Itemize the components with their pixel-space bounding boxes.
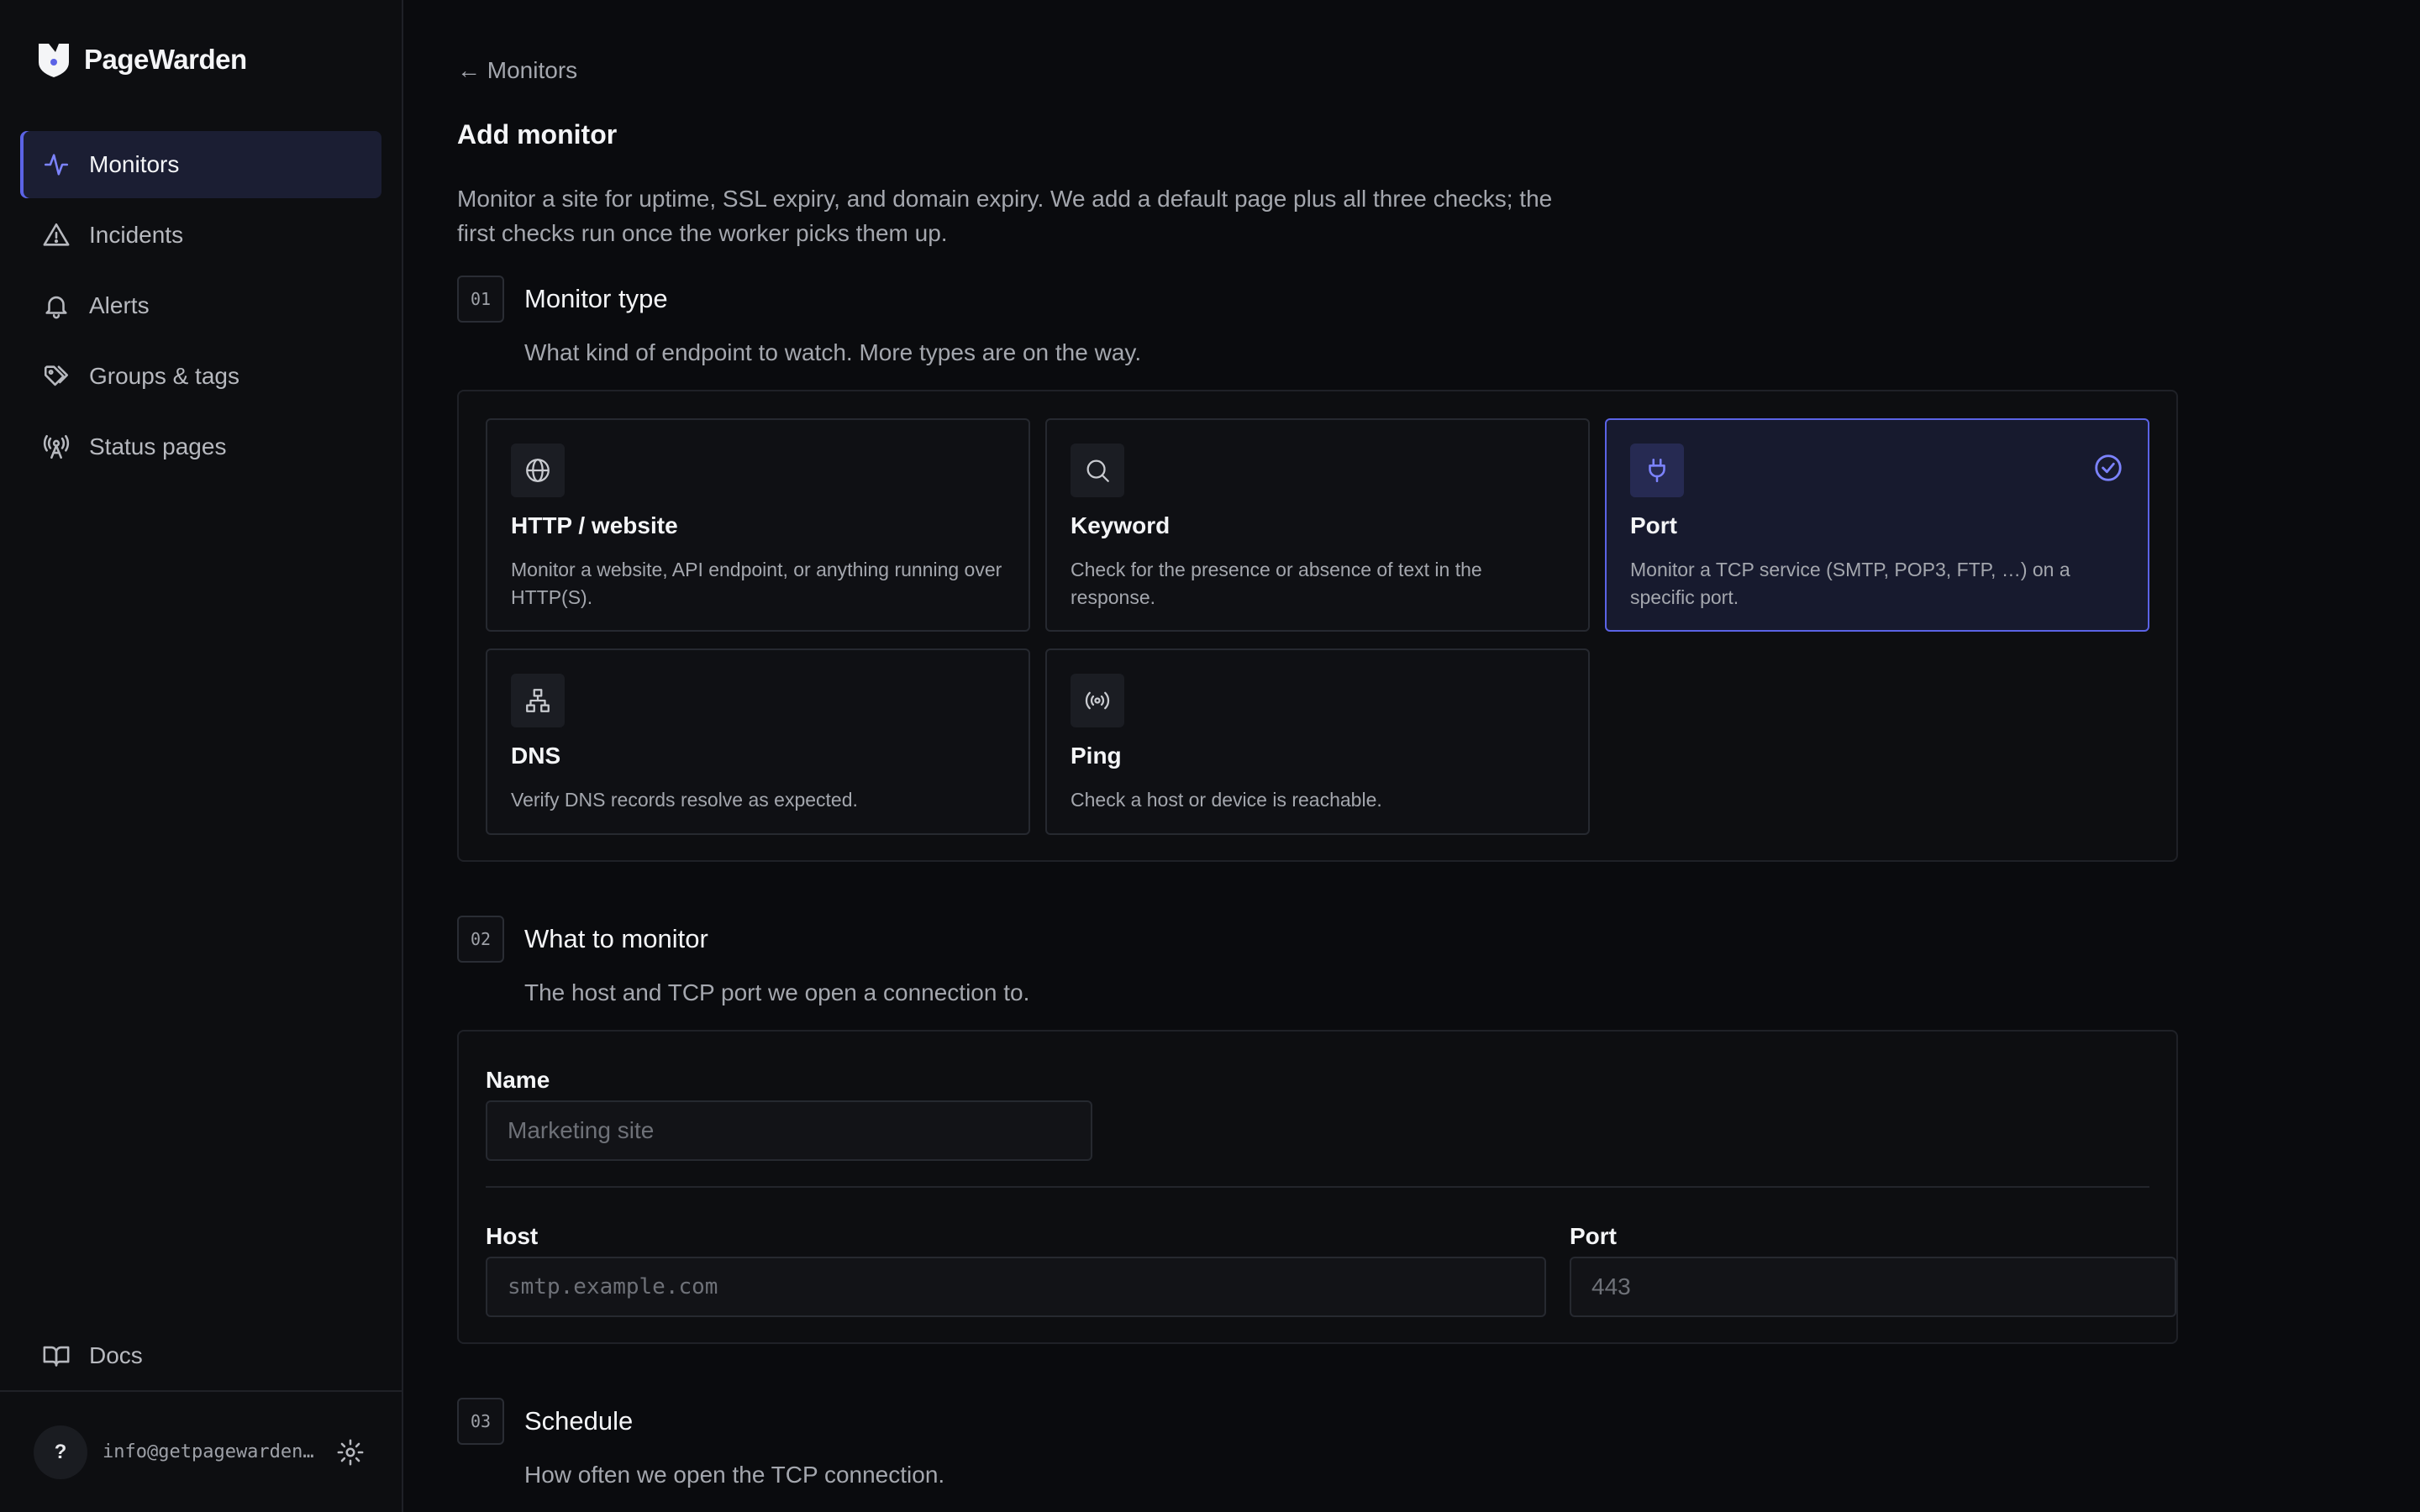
- sidebar-item-docs[interactable]: Docs: [20, 1322, 381, 1389]
- radio-icon: [1085, 691, 1110, 710]
- step-subtitle: What kind of endpoint to watch. More typ…: [524, 339, 1142, 365]
- type-name: Port: [1630, 512, 1677, 538]
- host-label: Host: [486, 1223, 539, 1249]
- back-to-monitors-link[interactable]: ← Monitors: [457, 57, 577, 84]
- sidebar-item-label: Docs: [89, 1342, 143, 1368]
- step-subtitle: The host and TCP port we open a connecti…: [524, 979, 1030, 1005]
- sidebar-item-status-pages[interactable]: Status pages: [20, 413, 381, 480]
- type-icon-wrap: [511, 674, 565, 727]
- host-input[interactable]: [486, 1257, 1546, 1317]
- type-card-keyword[interactable]: Keyword Check for the presence or absenc…: [1045, 418, 1590, 632]
- what-to-monitor-panel: Name Host Port: [457, 1030, 2178, 1344]
- name-input[interactable]: [486, 1100, 1092, 1161]
- step-number: 03: [457, 1398, 504, 1445]
- page-title: Add monitor: [457, 119, 618, 150]
- type-name: HTTP / website: [511, 512, 678, 538]
- bell-icon: [45, 296, 67, 319]
- step-number: 01: [457, 276, 504, 323]
- sidebar-docs: Docs: [20, 1322, 381, 1393]
- type-icon-wrap: [1071, 444, 1124, 497]
- sidebar-item-groups-tags[interactable]: Groups & tags: [20, 343, 381, 410]
- step-number: 02: [457, 916, 504, 963]
- type-description: Monitor a TCP service (SMTP, POP3, FTP, …: [1630, 559, 2070, 608]
- type-icon-wrap: [1630, 444, 1684, 497]
- sidebar-item-alerts[interactable]: Alerts: [20, 272, 381, 339]
- type-card-ping[interactable]: Ping Check a host or device is reachable…: [1045, 648, 1590, 835]
- help-button[interactable]: ?: [34, 1425, 87, 1479]
- port-input[interactable]: [1570, 1257, 2176, 1317]
- sidebar: PageWarden Monitors Incidents Alerts Gro…: [0, 0, 403, 1512]
- type-card-dns[interactable]: DNS Verify DNS records resolve as expect…: [486, 648, 1030, 835]
- page-description: Monitor a site for uptime, SSL expiry, a…: [457, 186, 1553, 246]
- account-email[interactable]: info@getpagewarden.com: [103, 1441, 321, 1462]
- sidebar-nav: Monitors Incidents Alerts Groups & tags …: [20, 131, 381, 484]
- sidebar-item-incidents[interactable]: Incidents: [20, 202, 381, 269]
- monitor-type-panel: HTTP / website Monitor a website, API en…: [457, 390, 2178, 862]
- gear-icon[interactable]: [336, 1438, 365, 1467]
- sidebar-item-label: Status pages: [89, 433, 227, 459]
- sidebar-item-monitors[interactable]: Monitors: [20, 131, 381, 198]
- tags-icon: [44, 365, 69, 386]
- main-content: ← Monitors Add monitor Monitor a site fo…: [403, 0, 2420, 1512]
- type-description: Monitor a website, API endpoint, or anyt…: [511, 559, 1002, 608]
- selected-check-icon: [2095, 454, 2122, 481]
- sidebar-item-label: Incidents: [89, 222, 184, 248]
- alert-triangle-icon: [43, 223, 70, 246]
- type-icon-wrap: [511, 444, 565, 497]
- search-icon: [1086, 459, 1109, 482]
- type-name: Ping: [1071, 743, 1122, 769]
- type-card-http[interactable]: HTTP / website Monitor a website, API en…: [486, 418, 1030, 632]
- globe-icon: [526, 459, 550, 482]
- book-icon: [43, 1346, 70, 1367]
- network-icon: [526, 689, 550, 712]
- sidebar-item-label: Monitors: [89, 151, 180, 177]
- step-title: Schedule: [524, 1406, 634, 1436]
- type-card-port[interactable]: Port Monitor a TCP service (SMTP, POP3, …: [1605, 418, 2149, 632]
- type-name: Keyword: [1071, 512, 1171, 538]
- plug-icon: [1649, 458, 1665, 483]
- sidebar-footer: ? info@getpagewarden.com: [0, 1390, 402, 1512]
- activity-icon: [44, 154, 69, 176]
- port-label: Port: [1570, 1223, 1617, 1249]
- type-icon-wrap: [1071, 674, 1124, 727]
- form-divider: [486, 1186, 2149, 1188]
- brand-name: PageWarden: [84, 44, 247, 75]
- sidebar-item-label: Alerts: [89, 292, 150, 318]
- step-title: Monitor type: [524, 284, 668, 313]
- step-subtitle: How often we open the TCP connection.: [524, 1462, 945, 1488]
- type-description: Check a host or device is reachable.: [1071, 789, 1382, 811]
- type-description: Check for the presence or absence of tex…: [1071, 559, 1482, 608]
- pagewarden-logo-icon: [39, 44, 69, 77]
- type-description: Verify DNS records resolve as expected.: [511, 789, 858, 811]
- sidebar-item-label: Groups & tags: [89, 363, 239, 389]
- radio-tower-icon: [43, 434, 70, 459]
- type-name: DNS: [511, 743, 561, 769]
- step-title: What to monitor: [524, 924, 708, 953]
- brand[interactable]: PageWarden: [37, 40, 247, 79]
- name-label: Name: [486, 1067, 550, 1093]
